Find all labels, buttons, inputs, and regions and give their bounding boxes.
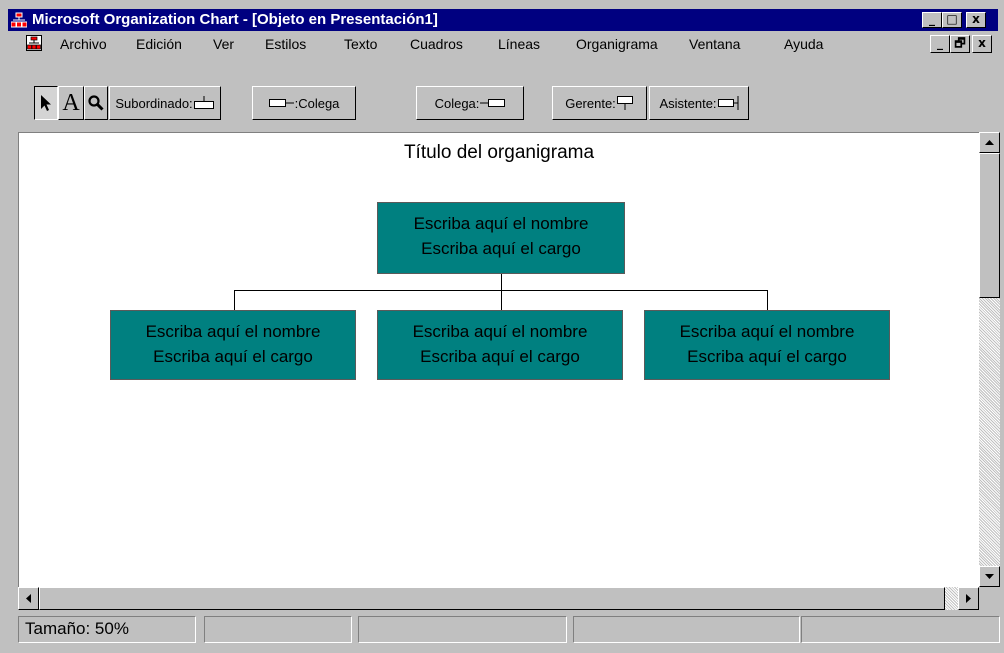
title-bar[interactable]: Microsoft Organization Chart - [Objeto e… bbox=[8, 9, 998, 31]
menu-ayuda[interactable]: Ayuda bbox=[784, 36, 823, 52]
document-restore-button[interactable]: 🗗 bbox=[950, 35, 970, 53]
select-tool-button[interactable] bbox=[34, 86, 58, 120]
menu-lineas[interactable]: Líneas bbox=[498, 36, 540, 52]
minimize-button[interactable]: _ bbox=[922, 12, 942, 28]
subordinate-3-role: Escriba aquí el cargo bbox=[687, 347, 847, 366]
maximize-button[interactable]: □ bbox=[942, 12, 962, 28]
connector-left bbox=[234, 290, 235, 310]
subordinate-1-name: Escriba aquí el nombre bbox=[145, 322, 321, 341]
menu-bar: Archivo Edición Ver Estilos Texto Cuadro… bbox=[8, 31, 998, 55]
subordinate-box-button[interactable]: Subordinado: bbox=[109, 86, 221, 120]
chart-title[interactable]: Título del organigrama bbox=[19, 142, 979, 164]
scroll-up-button[interactable] bbox=[979, 132, 1000, 153]
application-window: Microsoft Organization Chart - [Objeto e… bbox=[0, 0, 1004, 653]
subordinate-2-role: Escriba aquí el cargo bbox=[420, 347, 580, 366]
manager-box[interactable]: Escriba aquí el nombre Escriba aquí el c… bbox=[377, 202, 625, 274]
chart-canvas[interactable]: Título del organigrama Escriba aquí el n… bbox=[18, 132, 979, 588]
right-colleague-box-icon bbox=[480, 99, 506, 107]
status-panel-2 bbox=[204, 616, 352, 643]
left-colleague-box-button[interactable]: :Colega bbox=[252, 86, 356, 120]
horizontal-scrollbar[interactable] bbox=[18, 587, 979, 610]
connector-right bbox=[767, 290, 768, 310]
manager-label: Gerente: bbox=[565, 95, 616, 111]
zoom-tool-button[interactable] bbox=[84, 86, 108, 120]
assistant-box-icon bbox=[717, 96, 739, 110]
subordinate-2-name: Escriba aquí el nombre bbox=[412, 322, 588, 341]
subordinate-box-1[interactable]: Escriba aquí el nombre Escriba aquí el c… bbox=[110, 310, 356, 380]
menu-archivo[interactable]: Archivo bbox=[60, 36, 107, 52]
subordinate-3-name: Escriba aquí el nombre bbox=[679, 322, 855, 341]
menu-ventana[interactable]: Ventana bbox=[689, 36, 740, 52]
connector-middle bbox=[501, 290, 502, 310]
menu-organigrama[interactable]: Organigrama bbox=[576, 36, 658, 52]
status-bar: Tamaño: 50% bbox=[18, 614, 1000, 646]
manager-name: Escriba aquí el nombre bbox=[413, 214, 589, 233]
subordinate-1-role: Escriba aquí el cargo bbox=[153, 347, 313, 366]
scroll-right-button[interactable] bbox=[958, 587, 979, 610]
assistant-box-button[interactable]: Asistente: bbox=[649, 86, 749, 120]
menu-texto[interactable]: Texto bbox=[344, 36, 377, 52]
right-colleague-label: Colega: bbox=[434, 95, 480, 111]
arrow-pointer-icon bbox=[41, 95, 51, 111]
subordinate-box-2[interactable]: Escriba aquí el nombre Escriba aquí el c… bbox=[377, 310, 623, 380]
left-colleague-label: :Colega bbox=[294, 95, 340, 111]
scrollbar-corner bbox=[979, 587, 1000, 610]
status-panel-5 bbox=[801, 616, 1000, 643]
vertical-scroll-thumb[interactable] bbox=[979, 153, 1000, 298]
window-title: Microsoft Organization Chart - [Objeto e… bbox=[32, 11, 438, 28]
subordinate-label: Subordinado: bbox=[115, 95, 193, 111]
subordinate-box-icon bbox=[193, 96, 214, 109]
document-minimize-button[interactable]: _ bbox=[930, 35, 950, 53]
manager-box-icon bbox=[616, 96, 633, 110]
scroll-down-button[interactable] bbox=[979, 566, 1000, 587]
status-panel-3 bbox=[358, 616, 567, 643]
org-chart-app-icon bbox=[11, 12, 27, 28]
manager-box-button[interactable]: Gerente: bbox=[552, 86, 647, 120]
arrow-up-icon bbox=[985, 140, 994, 145]
right-colleague-box-button[interactable]: Colega: bbox=[416, 86, 524, 120]
menu-estilos[interactable]: Estilos bbox=[265, 36, 306, 52]
vertical-scrollbar[interactable] bbox=[979, 132, 1000, 587]
scroll-left-button[interactable] bbox=[18, 587, 39, 610]
status-panel-4 bbox=[573, 616, 800, 643]
text-tool-button[interactable]: A bbox=[58, 86, 84, 120]
menu-cuadros[interactable]: Cuadros bbox=[410, 36, 463, 52]
horizontal-scroll-thumb[interactable] bbox=[39, 587, 945, 610]
arrow-down-icon bbox=[985, 574, 994, 579]
document-icon[interactable] bbox=[26, 35, 42, 51]
menu-ver[interactable]: Ver bbox=[213, 36, 234, 52]
document-close-button[interactable]: x bbox=[972, 35, 992, 53]
arrow-right-icon bbox=[966, 594, 971, 603]
menu-edicion[interactable]: Edición bbox=[136, 36, 182, 52]
magnifier-icon bbox=[88, 95, 104, 111]
zoom-status: Tamaño: 50% bbox=[18, 616, 196, 643]
subordinate-box-3[interactable]: Escriba aquí el nombre Escriba aquí el c… bbox=[644, 310, 890, 380]
left-colleague-box-icon bbox=[268, 99, 294, 107]
assistant-label: Asistente: bbox=[659, 95, 717, 111]
arrow-left-icon bbox=[26, 594, 31, 603]
close-button[interactable]: x bbox=[966, 12, 986, 28]
manager-role: Escriba aquí el cargo bbox=[421, 239, 581, 258]
connector-vertical-top bbox=[501, 274, 502, 291]
